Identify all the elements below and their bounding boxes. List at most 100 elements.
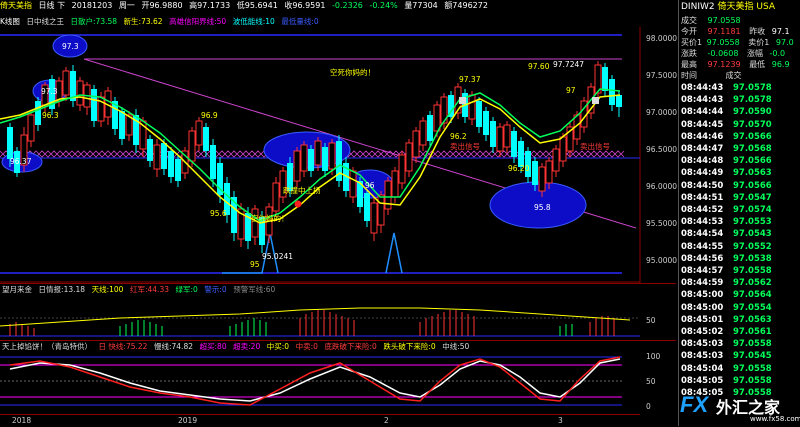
- sub2-axis-label: 0: [646, 402, 651, 411]
- symbol-name: 倚天美指: [0, 1, 32, 10]
- tick-time: 08:45:01: [681, 314, 724, 325]
- price-axis-label: 96.5000: [646, 145, 678, 154]
- sub1-chart[interactable]: [0, 296, 640, 340]
- sub1-line: [0, 307, 631, 327]
- bar-high: 高97.1733: [189, 1, 231, 10]
- watermark-logo: FX 外汇之家 www.fx58.com: [676, 392, 800, 426]
- tick-price: 97.0552: [733, 241, 772, 252]
- legend-item: 中买:0: [266, 342, 290, 351]
- tick-row: 08:44:56 97.0538: [681, 253, 800, 265]
- legend-item[interactable]: 望月来金: [2, 285, 32, 294]
- bar-pct: -0.24%: [369, 1, 398, 10]
- annotation: 95.8: [534, 203, 551, 212]
- tick-time: 08:44:55: [681, 241, 724, 252]
- annotation: 95: [250, 260, 260, 269]
- watermark-brand: FX: [680, 392, 709, 417]
- legend-item: 中线:50: [442, 342, 470, 351]
- tick-time: 08:44:57: [681, 266, 724, 276]
- tick-price: 97.0566: [733, 156, 772, 167]
- tick-time: 08:44:49: [681, 168, 724, 179]
- tick-row: 08:44:46 97.0566: [681, 131, 800, 143]
- tick-price: 97.0566: [733, 131, 772, 142]
- legend-item: 日散户:73.58: [70, 17, 118, 26]
- tick-price: 97.0547: [733, 192, 772, 203]
- tick-row: 08:45:00 97.0554: [681, 302, 800, 314]
- annotation: 97.7247: [553, 60, 585, 69]
- tick-time: 08:45:05: [681, 375, 724, 386]
- tick-row: 08:45:05 97.0558: [681, 375, 800, 387]
- time-axis-label: 2: [384, 416, 389, 425]
- annotation: 96.20: [508, 164, 530, 173]
- tick-row: 08:44:44 97.0590: [681, 106, 800, 118]
- period-label[interactable]: 日线 下: [39, 1, 66, 10]
- tick-time: 08:44:47: [681, 144, 724, 154]
- tick-row: 08:44:45 97.0570: [681, 119, 800, 131]
- legend-item: 超卖:20: [233, 342, 261, 351]
- annotation: 97.3: [62, 42, 79, 51]
- tick-price: 97.0574: [733, 205, 772, 215]
- tick-row: 08:45:02 97.0561: [681, 326, 800, 338]
- tick-price: 97.0563: [733, 168, 772, 179]
- tick-price: 97.0562: [733, 278, 772, 289]
- tick-row: 08:44:43 97.0578: [681, 82, 800, 94]
- signal-marker: [592, 97, 599, 104]
- legend-item: 日情报:13.18: [38, 285, 86, 294]
- tick-price: 97.0578: [733, 83, 772, 93]
- bar-date: 20181203: [71, 1, 113, 10]
- price-axis-label: 98.0000: [646, 34, 678, 43]
- signal-dot: [294, 200, 302, 208]
- tick-row: 08:44:57 97.0558: [681, 265, 800, 277]
- price-axis-label: 95.5000: [646, 219, 678, 228]
- tick-row: 08:45:03 97.0558: [681, 338, 800, 350]
- tick-time: 08:44:46: [681, 131, 724, 142]
- price-axis-label: 97.0000: [646, 108, 678, 117]
- annotation-text: 卖出信号: [580, 142, 610, 151]
- watermark-url: www.fx58.com: [750, 415, 800, 423]
- tick-time: 08:44:50: [681, 180, 724, 191]
- time-axis: 2018 2019 2 3: [0, 414, 640, 427]
- legend-item: 绿军:0: [175, 285, 198, 294]
- chart-header: 倚天美指 日线 下 20181203 周一 开96.9880 高97.1733 …: [0, 0, 676, 14]
- tick-time: 08:44:54: [681, 229, 724, 240]
- sub2-chart[interactable]: [0, 353, 640, 411]
- tick-price: 97.0538: [733, 253, 772, 264]
- legend-item: 波低能线:10: [232, 17, 275, 26]
- legend-item: 警示:0: [204, 285, 227, 294]
- tick-row: 08:45:04 97.0558: [681, 363, 800, 375]
- tick-time: 08:44:53: [681, 217, 724, 228]
- tick-price: 97.0545: [733, 351, 772, 362]
- annotation: 96.9: [201, 111, 218, 120]
- legend-item: 跌头破下来险:0: [383, 342, 436, 351]
- tick-time: 08:44:52: [681, 205, 724, 215]
- signal-marker: [459, 97, 466, 104]
- tick-row: 08:45:01 97.0563: [681, 314, 800, 326]
- time-axis-label: 2018: [12, 416, 32, 425]
- bar-volume: 量77304: [404, 1, 438, 10]
- tick-row: 08:44:49 97.0563: [681, 167, 800, 179]
- sub1-axis-label: 50: [646, 316, 656, 325]
- tick-time: 08:44:51: [681, 192, 724, 203]
- legend-item: 日 快线:75.22: [98, 342, 148, 351]
- legend-item: 红军:44.33: [129, 285, 169, 294]
- sub2-axis-label: 50: [646, 377, 656, 386]
- tick-price: 97.0566: [733, 180, 772, 191]
- tick-time: 08:45:02: [681, 327, 724, 337]
- annotation: 96: [365, 181, 375, 190]
- tick-row: 08:44:50 97.0566: [681, 180, 800, 192]
- annotation: 95.0241: [262, 252, 294, 261]
- legend-item[interactable]: 天上掉馅饼！（青岛特供）: [2, 342, 92, 351]
- tick-price: 97.0564: [733, 290, 772, 301]
- tick-time: 08:45:00: [681, 302, 724, 313]
- quote-currency: USA: [756, 2, 775, 12]
- legend-item: 超买:80: [199, 342, 227, 351]
- main-indicator-name[interactable]: K线图: [0, 17, 20, 26]
- tick-price: 97.0590: [733, 107, 772, 118]
- sub2-legend: 天上掉馅饼！（青岛特供） 日 快线:75.22 慢线:74.82 超买:80 超…: [2, 341, 473, 352]
- tick-price: 97.0563: [733, 314, 772, 325]
- legend-item: 最低量线:0: [281, 17, 319, 26]
- bar-close: 收96.9591: [284, 1, 326, 10]
- tick-time: 08:45:03: [681, 351, 724, 362]
- tick-time: 08:44:44: [681, 107, 724, 118]
- annotation-text: 空你妈的！: [251, 214, 289, 223]
- tick-time: 08:45:03: [681, 339, 724, 350]
